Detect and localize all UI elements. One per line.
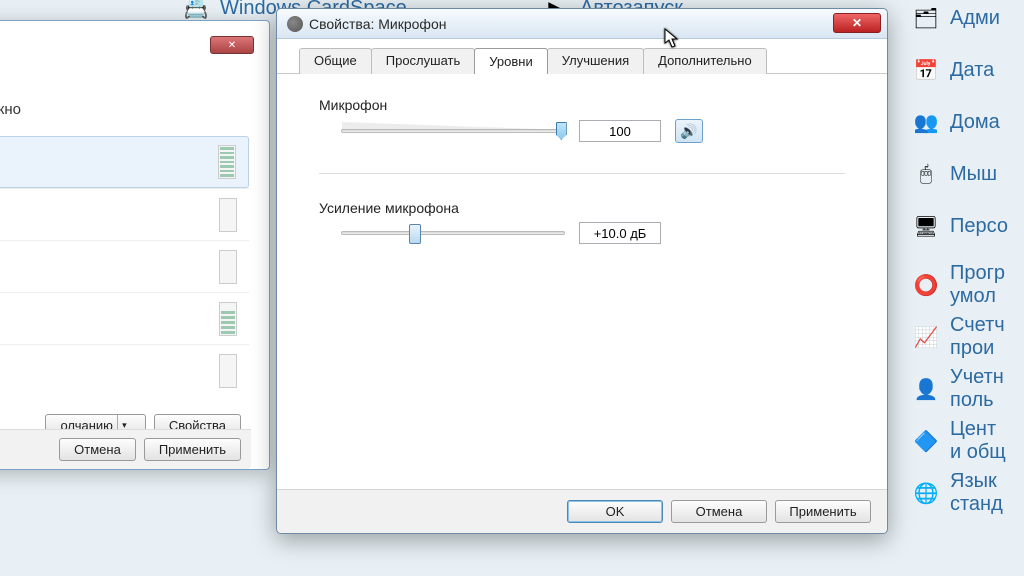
hint-text: ры которого нужно — [0, 101, 21, 118]
control-panel-item[interactable]: 🌐 Язык станд — [910, 470, 1003, 516]
control-panel-item[interactable]: 👤 Учетн поль — [910, 366, 1004, 412]
app-label: Учетн поль — [950, 366, 1004, 412]
device-row[interactable]: Audio — [0, 188, 249, 240]
slider-thumb-icon[interactable] — [556, 122, 567, 140]
close-icon[interactable]: ✕ — [210, 36, 254, 54]
level-meter-icon — [219, 198, 237, 232]
device-row[interactable]: Audio — [0, 292, 249, 344]
tab-общие[interactable]: Общие — [299, 48, 372, 74]
app-label: Прогр умол — [950, 262, 1005, 308]
slider-thumb-icon[interactable] — [409, 224, 421, 244]
level-meter-icon — [219, 354, 237, 388]
app-icon: 🖥 — [910, 210, 942, 242]
cursor-icon — [664, 28, 680, 50]
app-icon: 🗂 — [910, 2, 942, 34]
control-panel-item[interactable]: 🖱 Мыш — [910, 158, 997, 190]
app-icon: 👥 — [910, 106, 942, 138]
tab-bar: ОбщиеПрослушатьУровниУлучшенияДополнител… — [277, 39, 887, 74]
tab-content-levels: Микрофон 100 🔊 Усиление микрофона +10.0 … — [299, 75, 865, 485]
device-row[interactable]: Audio — [0, 240, 249, 292]
boost-value[interactable]: +10.0 дБ — [579, 222, 661, 244]
app-label: Язык станд — [950, 470, 1003, 516]
control-panel-item[interactable]: 🔷 Цент и общ — [910, 418, 1006, 464]
dialog-footer: OK Отмена Применить — [277, 489, 887, 533]
app-icon: 🖱 — [910, 158, 942, 190]
control-panel-item[interactable]: 👥 Дома — [910, 106, 1000, 138]
app-icon: 📈 — [910, 321, 942, 353]
tab-уровни[interactable]: Уровни — [474, 48, 547, 74]
divider — [319, 173, 845, 174]
microphone-icon — [287, 16, 303, 32]
control-panel-item[interactable]: 🗂 Адми — [910, 2, 1000, 34]
app-label: Персо — [950, 215, 1008, 238]
microphone-level-group: Микрофон 100 🔊 — [319, 97, 845, 143]
level-meter-icon — [218, 145, 236, 179]
boost-slider[interactable] — [341, 231, 565, 235]
microphone-slider[interactable] — [341, 129, 565, 133]
cancel-button[interactable]: Отмена — [671, 500, 767, 523]
microphone-boost-group: Усиление микрофона +10.0 дБ — [319, 200, 845, 244]
app-icon: 📅 — [910, 54, 942, 86]
control-panel-item[interactable]: 📈 Счетч прои — [910, 314, 1005, 360]
apply-button[interactable]: Применить — [144, 438, 241, 461]
control-panel-item[interactable]: ⭕ Прогр умол — [910, 262, 1005, 308]
app-label: Счетч прои — [950, 314, 1005, 360]
cancel-button[interactable]: Отмена — [59, 438, 136, 461]
app-label: Адми — [950, 7, 1000, 30]
microphone-label: Микрофон — [319, 97, 845, 113]
ok-button[interactable]: OK — [567, 500, 663, 523]
microphone-value[interactable]: 100 — [579, 120, 661, 142]
device-row[interactable]: Audio — [0, 136, 249, 188]
app-label: Дата — [950, 59, 994, 82]
control-panel-item[interactable]: 📅 Дата — [910, 54, 994, 86]
sound-devices-window: ✕ ры которого нужно Audio Audio Audio Au… — [0, 20, 270, 470]
microphone-properties-dialog: Свойства: Микрофон ✕ ОбщиеПрослушатьУров… — [276, 8, 888, 534]
device-list: Audio Audio Audio Audio Audio — [0, 136, 249, 396]
tab-дополнительно[interactable]: Дополнительно — [643, 48, 767, 74]
control-panel-item[interactable]: 🖥 Персо — [910, 210, 1008, 242]
app-label: Мыш — [950, 163, 997, 186]
app-label: Цент и общ — [950, 418, 1006, 464]
level-meter-icon — [219, 302, 237, 336]
boost-label: Усиление микрофона — [319, 200, 845, 216]
speaker-icon[interactable]: 🔊 — [675, 119, 703, 143]
app-icon: 🌐 — [910, 477, 942, 509]
app-icon: 🔷 — [910, 425, 942, 457]
close-icon[interactable]: ✕ — [833, 13, 881, 33]
device-row[interactable]: Audio — [0, 344, 249, 396]
dialog-title: Свойства: Микрофон — [309, 16, 446, 32]
level-meter-icon — [219, 250, 237, 284]
app-icon: 👤 — [910, 373, 942, 405]
tab-улучшения[interactable]: Улучшения — [547, 48, 644, 74]
app-icon: ⭕ — [910, 269, 942, 301]
apply-button[interactable]: Применить — [775, 500, 871, 523]
tab-прослушать[interactable]: Прослушать — [371, 48, 476, 74]
app-label: Дома — [950, 111, 1000, 134]
title-bar[interactable]: Свойства: Микрофон ✕ — [277, 9, 887, 39]
